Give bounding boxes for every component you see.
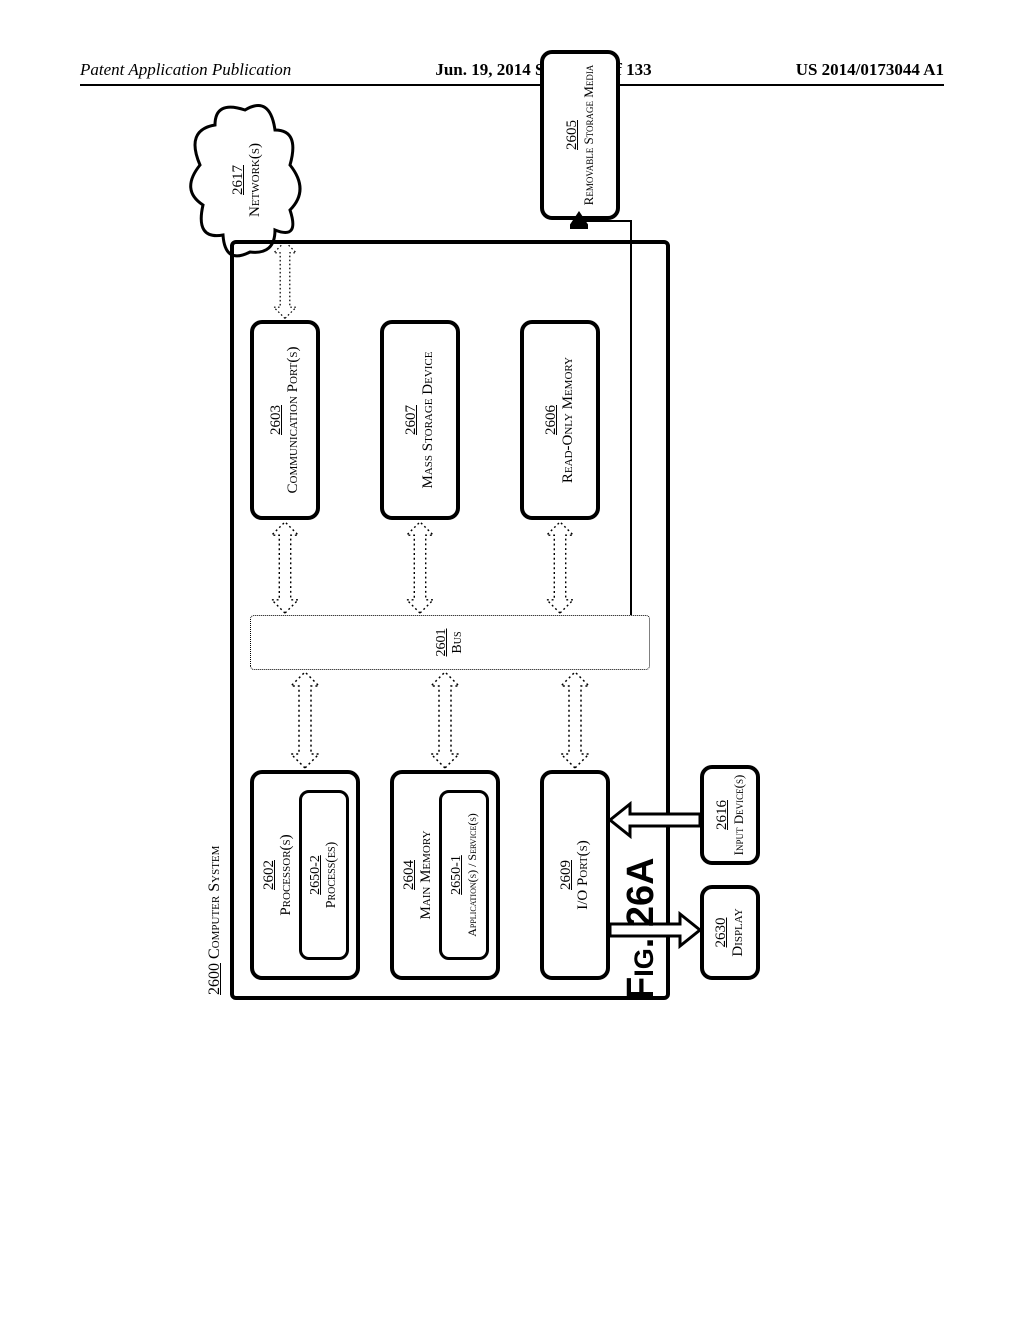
arrow-memory-bus [425,670,465,770]
figure-26a-diagram: 2600 Computer System 2602 Processor(s) 2… [140,260,900,980]
arrow-ioports-bus [555,670,595,770]
figure-label: Fig. 26A [620,857,663,1000]
io-ports-block: 2609 I/O Port(s) [540,770,610,980]
removable-storage-block: 2605 Removable Storage Media [540,50,620,220]
header-right: US 2014/0173044 A1 [796,60,944,80]
input-devices-block: 2616 Input Device(s) [700,765,760,865]
line-bus-removable-h [630,220,632,615]
processes-block: 2650-2 Process(es) [299,790,349,960]
display-block: 2630 Display [700,885,760,980]
arrow-into-removable [570,208,588,232]
arrow-commport-network [265,240,305,320]
header-left: Patent Application Publication [80,60,291,80]
page-header: Patent Application Publication Jun. 19, … [80,60,944,86]
applications-block: 2650-1 Application(s) / Service(s) [439,790,489,960]
communication-port-block: 2603 Communication Port(s) [250,320,320,520]
arrow-processor-bus [285,670,325,770]
arrow-input-ioports [610,800,700,840]
bus-block: 2601 Bus [250,615,650,670]
main-memory-block: 2604 Main Memory 2650-1 Application(s) /… [390,770,500,980]
arrow-bus-commport [265,520,305,615]
network-cloud: 2617 Network(s) [200,110,300,250]
mass-storage-block: 2607 Mass Storage Device [380,320,460,520]
computer-system-label: 2600 Computer System [206,846,224,995]
rom-block: 2606 Read-Only Memory [520,320,600,520]
arrow-bus-massstorage [400,520,440,615]
processor-block: 2602 Processor(s) 2650-2 Process(es) [250,770,360,980]
arrow-bus-rom [540,520,580,615]
